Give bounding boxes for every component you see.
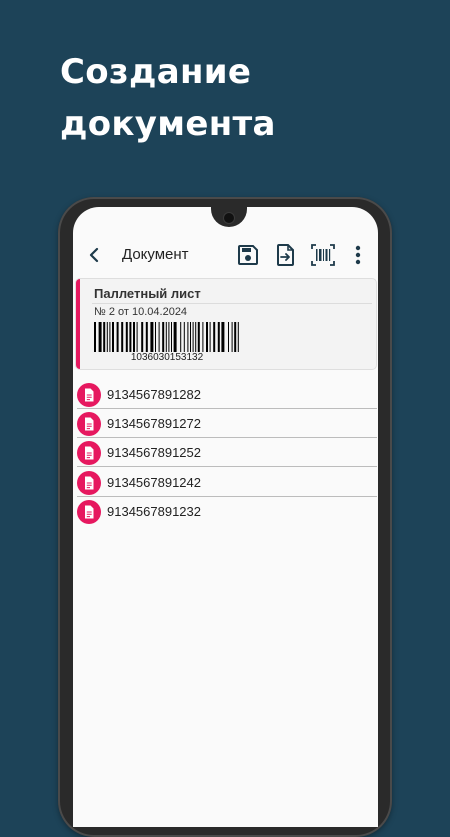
- document-title: Паллетный лист: [94, 286, 201, 301]
- phone-screen: Документ Паллетный лист № 2 от 10.04.202…: [73, 207, 378, 827]
- headline-line-2: документа: [60, 104, 276, 144]
- item-divider: [77, 466, 377, 467]
- item-code: 9134567891252: [107, 445, 201, 460]
- export-button[interactable]: [273, 242, 299, 268]
- barcode-image: [94, 322, 239, 352]
- barcode-number: 1036030153132: [130, 352, 204, 363]
- barcode-scan-icon: [311, 244, 335, 266]
- document-number-date: № 2 от 10.04.2024: [94, 306, 188, 318]
- item-code: 9134567891232: [107, 504, 201, 519]
- list-item[interactable]: 9134567891232: [73, 497, 378, 526]
- scan-barcode-button[interactable]: [310, 242, 336, 268]
- promo-headline: Создание документа: [60, 46, 276, 150]
- list-item[interactable]: 9134567891272: [73, 409, 378, 438]
- item-code: 9134567891282: [107, 387, 201, 402]
- more-button[interactable]: [348, 242, 368, 268]
- app-toolbar: Документ: [73, 237, 378, 273]
- back-button[interactable]: [83, 243, 107, 267]
- document-header-card[interactable]: Паллетный лист № 2 от 10.04.2024 1036030…: [76, 279, 376, 369]
- screen-title: Документ: [122, 246, 189, 263]
- item-code: 9134567891242: [107, 475, 201, 490]
- document-icon: [77, 500, 101, 524]
- more-vert-icon: [355, 245, 361, 265]
- document-icon: [77, 383, 101, 407]
- arrow-back-icon: [89, 247, 99, 263]
- front-camera: [224, 213, 234, 223]
- list-item[interactable]: 9134567891252: [73, 438, 378, 467]
- export-icon: [277, 244, 294, 266]
- item-code: 9134567891272: [107, 416, 201, 431]
- headline-line-1: Создание: [60, 52, 252, 92]
- document-icon: [77, 412, 101, 436]
- save-button[interactable]: [235, 242, 261, 268]
- list-item[interactable]: 9134567891282: [73, 380, 378, 409]
- document-icon: [77, 441, 101, 465]
- list-item[interactable]: 9134567891242: [73, 468, 378, 497]
- save-icon: [238, 245, 258, 265]
- card-divider: [92, 303, 372, 304]
- document-icon: [77, 471, 101, 495]
